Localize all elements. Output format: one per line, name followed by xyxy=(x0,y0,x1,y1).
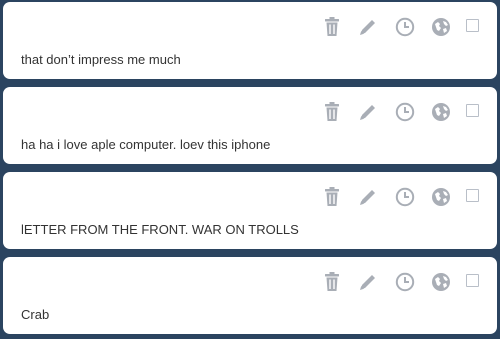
post-card: that don’t impress me much xyxy=(3,2,497,79)
globe-icon[interactable] xyxy=(430,186,452,208)
post-card: ha ha i love aple computer. loev this ip… xyxy=(3,87,497,164)
clock-icon[interactable] xyxy=(394,271,416,293)
trash-icon[interactable] xyxy=(321,101,343,123)
globe-icon[interactable] xyxy=(430,16,452,38)
select-checkbox[interactable] xyxy=(466,19,479,32)
clock-icon[interactable] xyxy=(394,101,416,123)
post-card: Crab xyxy=(3,257,497,334)
trash-icon[interactable] xyxy=(321,186,343,208)
clock-icon[interactable] xyxy=(394,16,416,38)
post-text: ha ha i love aple computer. loev this ip… xyxy=(21,137,271,152)
post-card: lETTER FROM THE FRONT. WAR ON TROLLS xyxy=(3,172,497,249)
pencil-icon[interactable] xyxy=(357,16,379,38)
trash-icon[interactable] xyxy=(321,16,343,38)
pencil-icon[interactable] xyxy=(357,186,379,208)
globe-icon[interactable] xyxy=(430,101,452,123)
pencil-icon[interactable] xyxy=(357,271,379,293)
post-text: lETTER FROM THE FRONT. WAR ON TROLLS xyxy=(21,222,299,237)
select-checkbox[interactable] xyxy=(466,104,479,117)
select-checkbox[interactable] xyxy=(466,274,479,287)
post-text: that don’t impress me much xyxy=(21,52,181,67)
globe-icon[interactable] xyxy=(430,271,452,293)
clock-icon[interactable] xyxy=(394,186,416,208)
post-text: Crab xyxy=(21,307,50,322)
trash-icon[interactable] xyxy=(321,271,343,293)
pencil-icon[interactable] xyxy=(357,101,379,123)
select-checkbox[interactable] xyxy=(466,189,479,202)
